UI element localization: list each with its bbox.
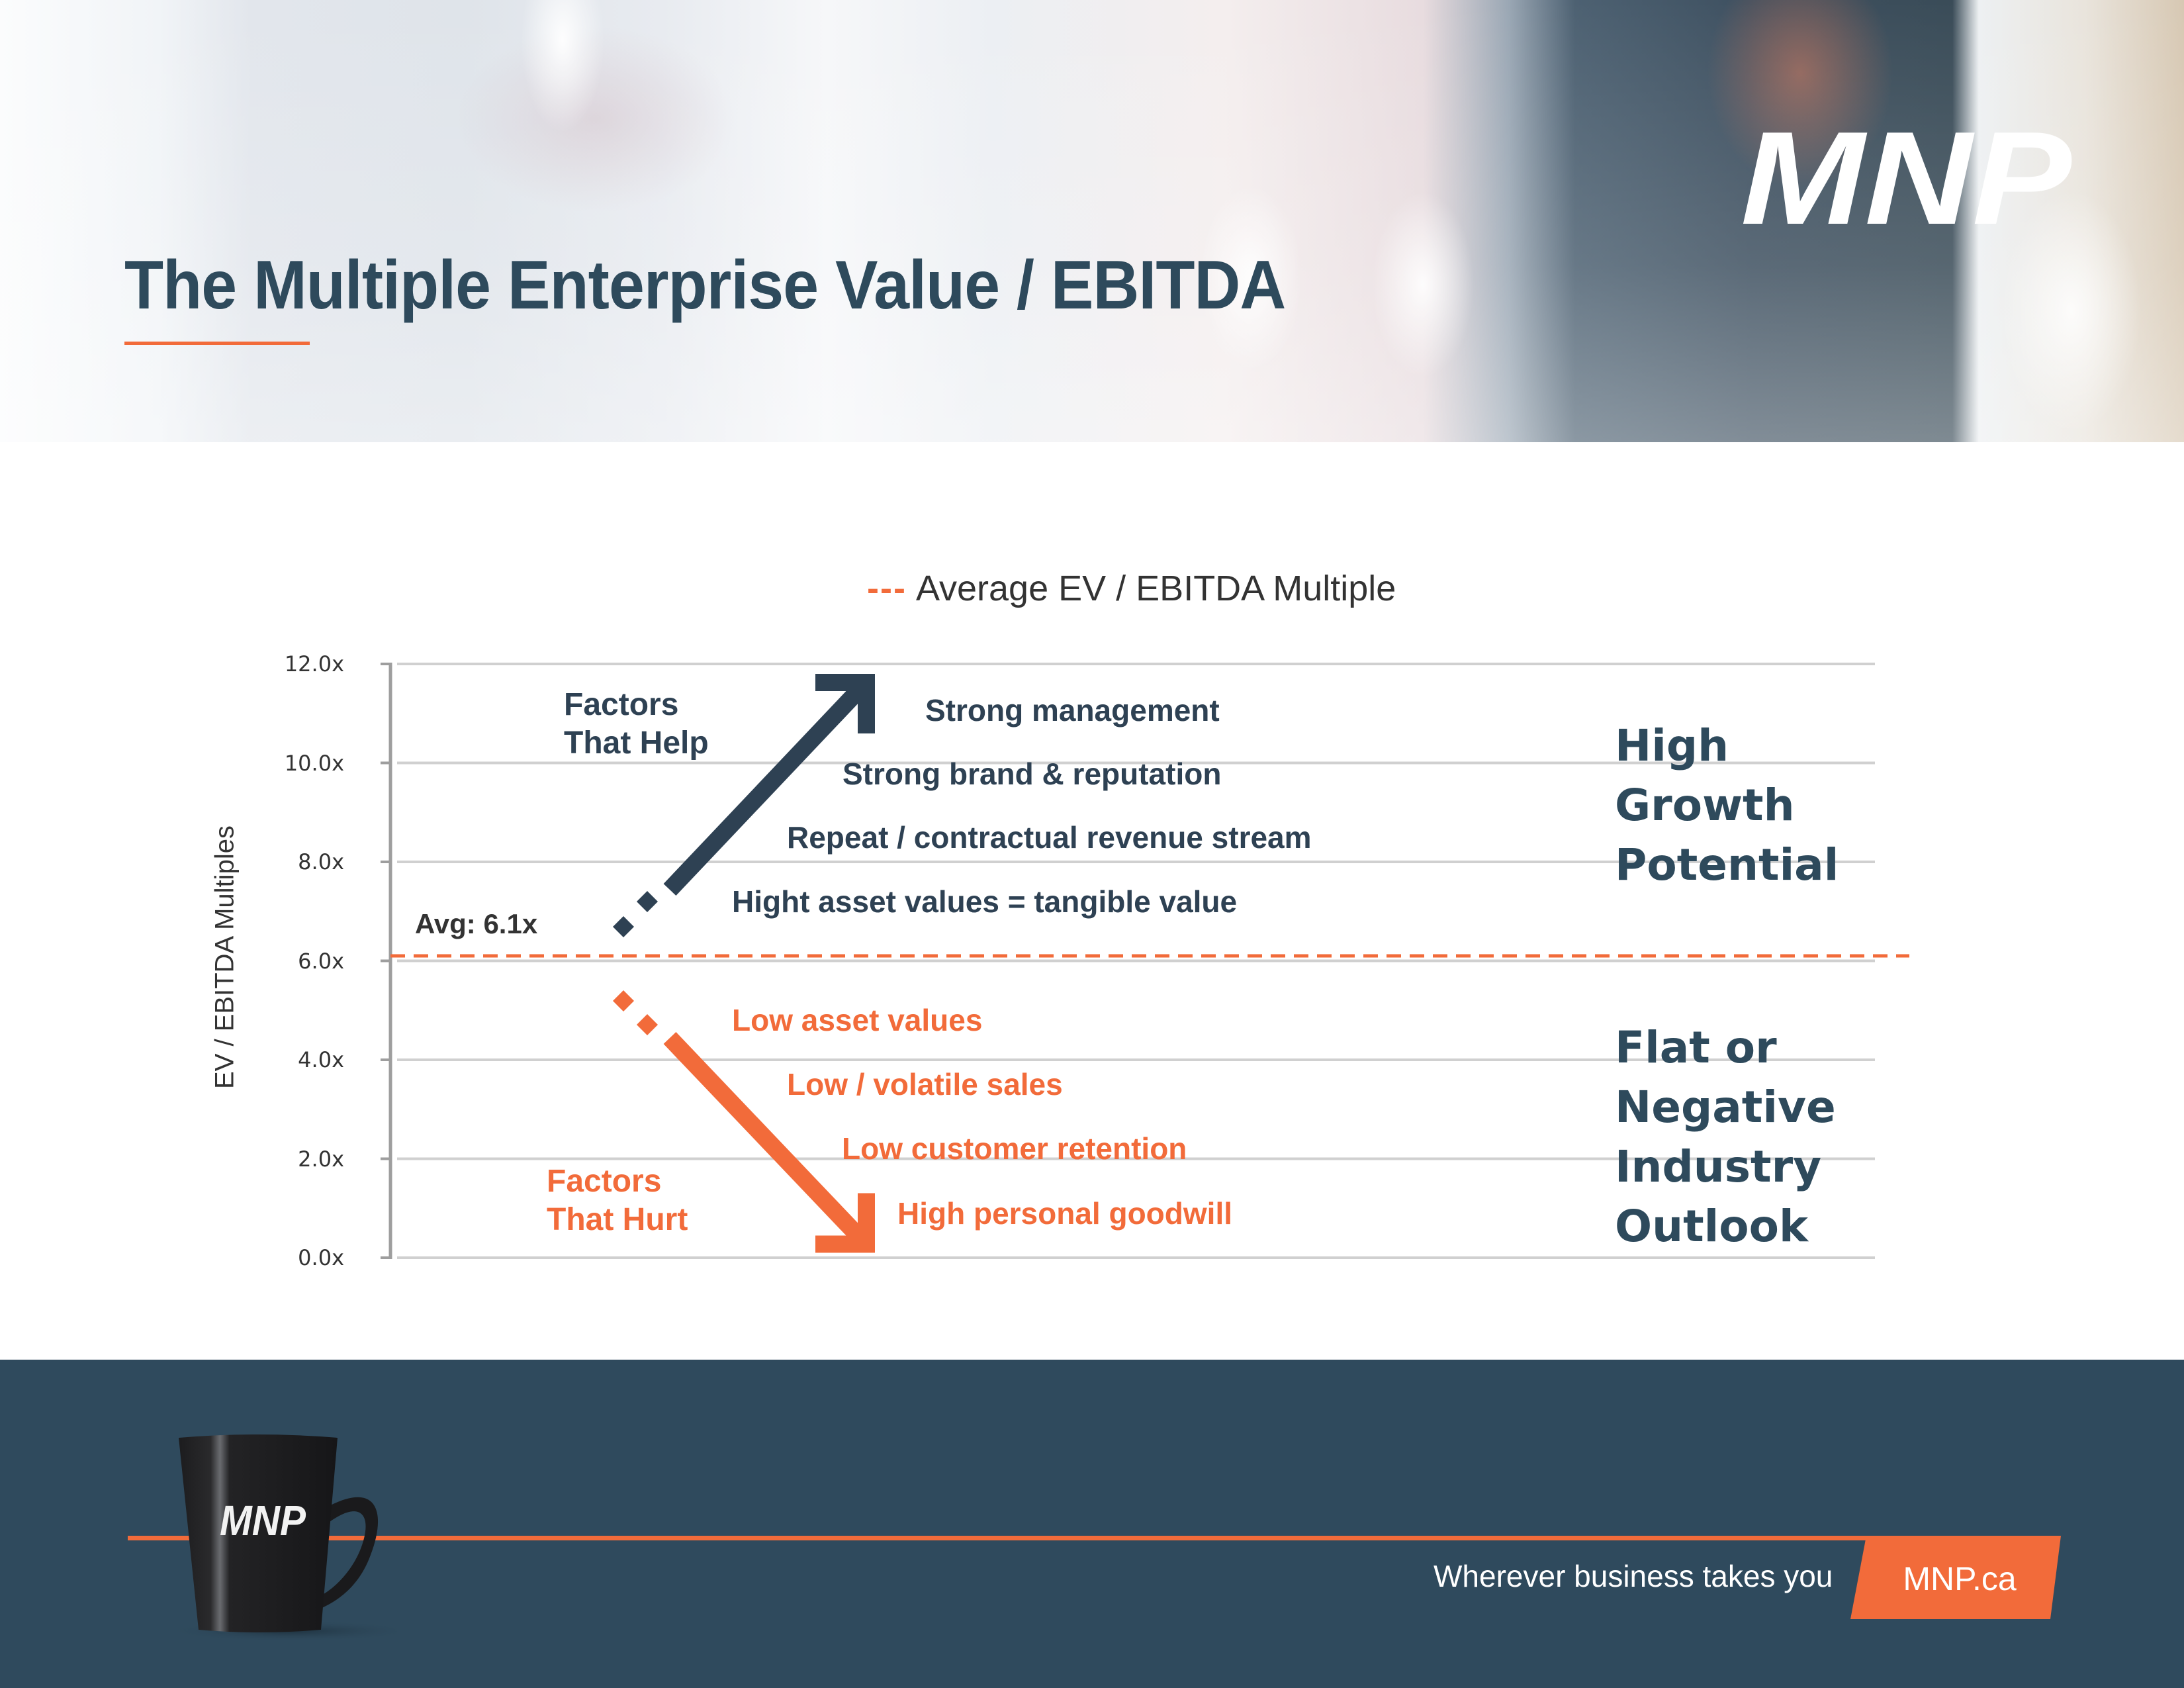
factor-low-customer-retention: Low customer retention: [842, 1131, 1187, 1166]
factors-hurt-heading: Factors That Hurt: [547, 1162, 688, 1239]
factor-repeat-revenue: Repeat / contractual revenue stream: [787, 820, 1312, 855]
factors-help-heading: Factors That Help: [564, 686, 709, 763]
help-arrow-shaft: [663, 680, 870, 896]
help-arrow-diamond: [637, 891, 658, 913]
high-growth-line-2: Growth: [1615, 780, 1795, 831]
footer-accent-rule: [128, 1536, 2052, 1540]
mnp-logo: MNP: [1741, 118, 2072, 237]
page-title: The Multiple Enterprise Value / EBITDA: [124, 247, 1286, 324]
y-axis-title: EV / EBITDA Multiples: [210, 825, 240, 1089]
factors-hurt-heading-line-2: That Hurt: [547, 1202, 688, 1237]
hurt-arrow-head: [815, 1193, 875, 1253]
y-tick-label: 10.0x: [284, 750, 344, 776]
factor-high-personal-goodwill: High personal goodwill: [897, 1196, 1232, 1231]
y-tick-label: 8.0x: [298, 849, 344, 874]
y-tick-label: 0.0x: [298, 1245, 344, 1270]
help-arrow-diamond: [613, 916, 634, 938]
high-growth-label: High Growth Potential: [1615, 716, 1839, 895]
factor-strong-brand: Strong brand & reputation: [842, 757, 1222, 791]
y-tick-label: 12.0x: [284, 651, 344, 677]
website-link-text[interactable]: MNP.ca: [1850, 1536, 2062, 1622]
average-label: Avg: 6.1x: [415, 908, 538, 939]
help-arrow-head: [815, 673, 875, 733]
chart-legend: --- Average EV / EBITDA Multiple: [867, 568, 1396, 609]
high-growth-line-3: Potential: [1615, 839, 1839, 890]
legend-label: Average EV / EBITDA Multiple: [915, 569, 1396, 608]
hurt-arrow-diamond: [637, 1014, 658, 1036]
factors-help-heading-line-2: That Help: [564, 726, 709, 761]
negative-outlook-line-1: Flat or: [1615, 1022, 1777, 1073]
factors-hurt-heading-line-1: Factors: [547, 1164, 662, 1199]
high-growth-line-1: High: [1615, 720, 1729, 771]
footer-tagline: Wherever business takes you: [1433, 1559, 1833, 1593]
negative-outlook-line-4: Outlook: [1615, 1201, 1808, 1252]
footer: MNP Wherever business takes you MNP.ca: [0, 1360, 2184, 1688]
hurt-arrow-diamond: [613, 990, 634, 1012]
mnp-logo-text: MNP: [1741, 118, 2072, 237]
factor-high-asset-values: Hight asset values = tangible value: [732, 884, 1238, 919]
factor-low-asset-values: Low asset values: [732, 1003, 983, 1037]
y-tick-label: 6.0x: [298, 948, 344, 974]
factor-strong-management: Strong management: [925, 693, 1220, 727]
hurt-arrow-shaft: [663, 1032, 870, 1247]
y-tick-label: 2.0x: [298, 1146, 344, 1172]
negative-outlook-line-2: Negative: [1615, 1082, 1836, 1133]
mug-logo-text: MNP: [220, 1497, 306, 1544]
factors-help-heading-line-1: Factors: [564, 687, 679, 722]
negative-outlook-label: Flat or Negative Industry Outlook: [1615, 1018, 1836, 1256]
website-link-badge[interactable]: MNP.ca: [1850, 1536, 2062, 1622]
mnp-mug-image: MNP: [165, 1434, 397, 1642]
legend-dashed-swatch: ---: [867, 569, 907, 608]
title-underline: [124, 342, 310, 345]
negative-outlook-line-3: Industry: [1615, 1141, 1822, 1192]
y-tick-label: 4.0x: [298, 1047, 344, 1072]
factor-low-volatile-sales: Low / volatile sales: [787, 1067, 1063, 1102]
